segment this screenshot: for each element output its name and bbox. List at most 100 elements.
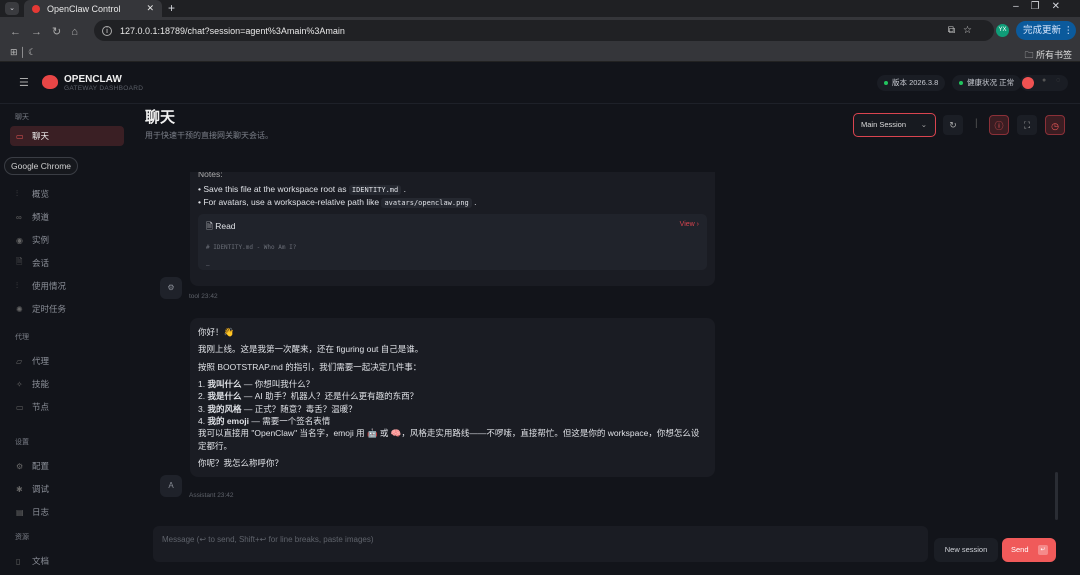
sidebar-item[interactable]: ⫶ 使用情况 xyxy=(10,276,124,296)
bar-chart-icon: ⫶ xyxy=(16,189,18,198)
bookmarks-bar: ⊞ │ ☾ 🗀 所有书签 xyxy=(0,45,1080,62)
sidebar-item-label: 文档 xyxy=(32,556,50,566)
assistant-avatar: A xyxy=(160,475,182,497)
assistant-message: 你好！👋 我刚上线。这是我第一次醒来，还在 figuring out 自己是谁。… xyxy=(190,318,715,478)
window-controls[interactable]: –❐✕ xyxy=(1013,1,1072,12)
sidebar-item-label: 定时任务 xyxy=(32,304,67,314)
message-meta: Assistant 23:42 xyxy=(189,492,234,499)
update-button[interactable]: 完成更新 ⋮ xyxy=(1016,21,1076,40)
apps-icon[interactable]: ⊞ │ ☾ xyxy=(10,47,36,58)
folder-icon: ▱ xyxy=(16,356,23,366)
tooltip: Google Chrome xyxy=(4,157,79,175)
divider: | xyxy=(975,118,978,129)
chat-thread: Notes: • Save this file at the workspace… xyxy=(145,172,720,517)
tab-search-button[interactable]: ⌄ xyxy=(5,2,19,15)
monitor-icon: ▭ xyxy=(16,402,24,412)
sidebar-item-label: 配置 xyxy=(32,461,50,471)
sidebar-section-label: 聊天 xyxy=(15,114,29,121)
gear-icon: ⚙ xyxy=(16,461,24,471)
sidebar-item-label: 会话 xyxy=(32,258,50,268)
session-select[interactable]: Main Session ⌄ xyxy=(853,113,936,137)
sidebar-item[interactable]: ⚙ 配置 xyxy=(10,456,124,476)
list-item: • Save this file at the workspace root a… xyxy=(198,184,406,196)
sidebar-item-label: 代理 xyxy=(32,356,50,366)
sidebar-section-label: 资源 xyxy=(15,534,29,541)
tool-card: 🗎 Read View › # IDENTITY.md - Who Am I? … xyxy=(198,213,707,270)
book-icon: ▯ xyxy=(16,556,21,566)
send-button[interactable]: Send ↵ xyxy=(1002,538,1056,562)
chevron-down-icon: ⌄ xyxy=(920,120,927,129)
sidebar-item[interactable]: ✺ 定时任务 xyxy=(10,299,124,319)
bug-icon: ✱ xyxy=(16,484,23,494)
sidebar-section-label: 设置 xyxy=(15,439,29,446)
sidebar-item[interactable]: ◉ 实例 xyxy=(10,230,124,250)
sidebar-item[interactable]: ⫶ 概览 xyxy=(10,184,124,204)
version-badge: 版本 2026.3.8 xyxy=(877,75,946,91)
list-item: • For avatars, use a workspace-relative … xyxy=(198,196,477,208)
sidebar-item[interactable]: 🗎 会话 xyxy=(10,253,124,273)
file-icon: 🗎 xyxy=(16,257,23,266)
favicon-icon xyxy=(32,4,40,13)
scrollbar[interactable] xyxy=(1055,472,1058,520)
theme-light-icon: ● xyxy=(1042,77,1047,84)
enter-icon: ↵ xyxy=(1038,545,1048,555)
brand-subtitle: GATEWAY DASHBOARD xyxy=(64,85,144,92)
sidebar-item-label: 聊天 xyxy=(32,131,50,141)
sidebar-item-label: 技能 xyxy=(32,379,50,389)
address-bar: ←→↻⌂ i 127.0.0.1:18789/chat?session=agent… xyxy=(0,17,1080,45)
openclaw-logo xyxy=(42,75,58,89)
message-input[interactable]: Message (↩ to send, Shift+↩ for line bre… xyxy=(153,526,928,562)
theme-system-icon: ◌ xyxy=(1056,77,1061,84)
view-button[interactable]: View › xyxy=(680,220,699,230)
sidebar-item[interactable]: ▤ 日志 xyxy=(10,502,124,522)
sidebar-item-label: 频道 xyxy=(32,212,50,222)
new-tab-button[interactable]: + xyxy=(168,1,175,15)
profile-avatar[interactable]: YX xyxy=(996,24,1009,37)
close-tab-icon[interactable]: ✕ xyxy=(146,3,154,14)
menu-icon[interactable]: ☰ xyxy=(19,76,29,89)
browser-tab[interactable]: OpenClaw Control ✕ xyxy=(24,0,162,17)
sidebar-item-label: 概览 xyxy=(32,189,50,199)
sparkle-icon: ✧ xyxy=(16,379,23,389)
browser-tabbar: ⌄ OpenClaw Control ✕ + –❐✕ xyxy=(0,0,1080,17)
sidebar-item[interactable]: ▱ 代理 xyxy=(10,351,124,371)
url-input[interactable]: i 127.0.0.1:18789/chat?session=agent%3Ama… xyxy=(94,20,994,41)
radio-icon: ◉ xyxy=(16,235,23,245)
thinking-toggle-button[interactable]: ⓘ xyxy=(989,115,1009,135)
history-button[interactable]: ◷ xyxy=(1045,115,1065,135)
app: ☰ OPENCLAW GATEWAY DASHBOARD 版本 2026.3.8… xyxy=(0,62,1080,575)
sidebar-item[interactable]: ✱ 调试 xyxy=(10,479,124,499)
tab-title: OpenClaw Control xyxy=(47,3,121,14)
link-icon: ∞ xyxy=(16,212,22,222)
log-icon: ▤ xyxy=(16,507,24,517)
app-header: ☰ OPENCLAW GATEWAY DASHBOARD 版本 2026.3.8… xyxy=(0,62,1080,104)
tool-output: # IDENTITY.md - Who Am I? — xyxy=(206,244,297,269)
page-title: 聊天 xyxy=(145,109,176,126)
loader-icon: ✺ xyxy=(16,304,23,314)
nav-buttons[interactable]: ←→↻⌂ xyxy=(10,25,88,38)
chat-icon: ▭ xyxy=(16,131,24,141)
sidebar-item-label: 节点 xyxy=(32,402,50,412)
sidebar-item-label: 使用情况 xyxy=(32,281,67,291)
refresh-button[interactable]: ↻ xyxy=(943,115,963,135)
health-badge: 健康状况 正常 xyxy=(952,75,1022,91)
new-session-button[interactable]: New session xyxy=(934,538,998,562)
sidebar-item[interactable]: ▭ 聊天 xyxy=(10,126,124,146)
info-icon[interactable]: i xyxy=(102,25,112,36)
sidebar-item[interactable]: ▭ 节点 xyxy=(10,397,124,417)
message-meta: tool 23:42 xyxy=(189,293,218,300)
sidebar-item-label: 调试 xyxy=(32,484,50,494)
sidebar-item[interactable]: ∞ 频道 xyxy=(10,207,124,227)
sidebar-item[interactable]: ▯ 文档 xyxy=(10,551,124,571)
tool-avatar: ⚙ xyxy=(160,277,182,299)
theme-toggle[interactable]: ● ◌ xyxy=(1020,75,1068,91)
translate-bookmark-icons[interactable]: ⧉☆ xyxy=(948,25,980,36)
page-subtitle: 用于快速干预的直接网关聊天会话。 xyxy=(145,131,273,140)
file-icon: 🗎 xyxy=(206,220,213,231)
bar-chart-icon: ⫶ xyxy=(16,281,18,290)
brand-name: OPENCLAW xyxy=(64,74,122,85)
sidebar-item[interactable]: ✧ 技能 xyxy=(10,374,124,394)
sidebar-section-label: 代理 xyxy=(15,334,29,341)
focus-mode-button[interactable]: ⛶ xyxy=(1017,115,1037,135)
sidebar-item-label: 实例 xyxy=(32,235,50,245)
